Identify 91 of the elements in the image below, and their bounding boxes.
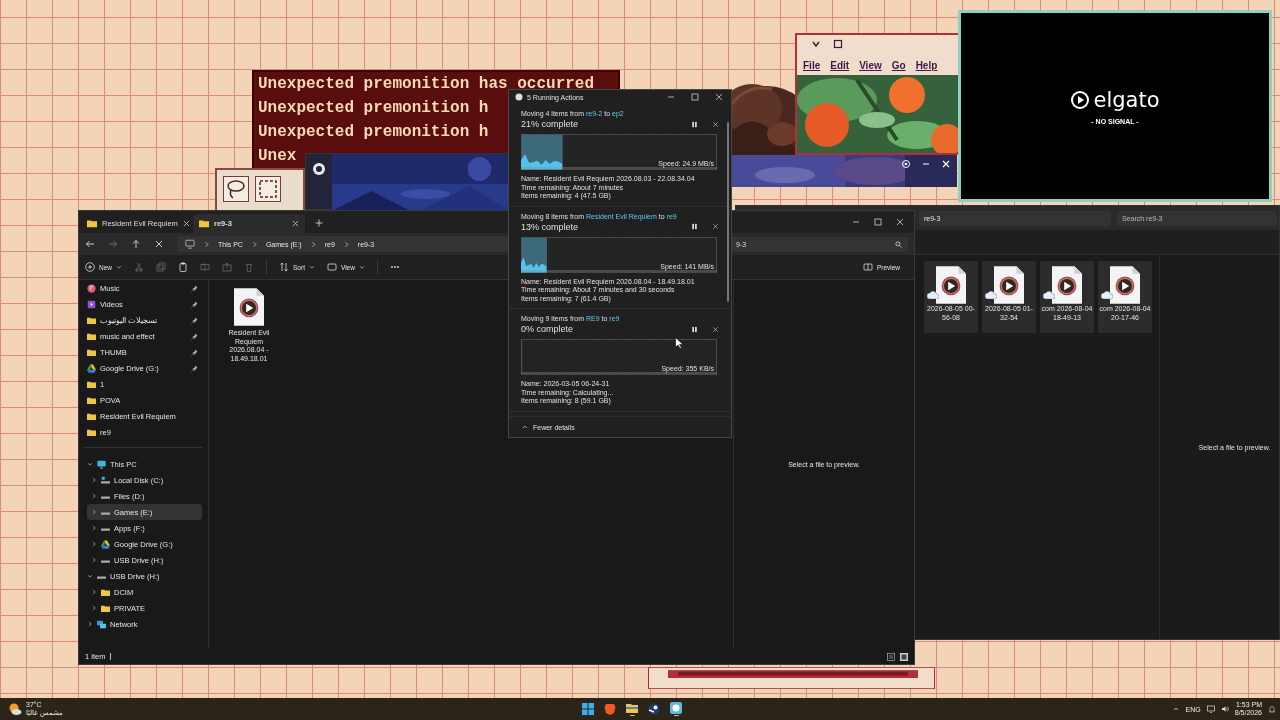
monitor-icon[interactable]: [1206, 705, 1215, 713]
folder-icon: [87, 219, 97, 228]
plus-circle-icon: [85, 262, 95, 272]
chevron-icon[interactable]: [91, 589, 97, 595]
menu-item[interactable]: Help: [915, 59, 938, 71]
pause-icon[interactable]: [691, 223, 698, 230]
minimize-icon[interactable]: [852, 218, 860, 226]
rename-icon[interactable]: [200, 262, 210, 272]
new-tab-icon[interactable]: [315, 219, 323, 227]
video-icon: [87, 299, 96, 309]
brand-name: elgato: [1093, 87, 1160, 112]
pin-icon[interactable]: [191, 300, 198, 308]
pin-icon[interactable]: [191, 348, 198, 356]
error-message: Unexpected premonition has occurred: [258, 74, 595, 95]
close-icon[interactable]: [292, 220, 299, 227]
progress-percent: 0% complete: [521, 324, 575, 334]
up-icon[interactable]: [131, 239, 141, 249]
maximize-icon[interactable]: [833, 39, 843, 49]
pointer-icon: [675, 337, 683, 349]
close-icon[interactable]: [182, 220, 190, 227]
app-icon: [515, 93, 523, 101]
pause-icon[interactable]: [691, 325, 698, 333]
pause-icon[interactable]: [691, 120, 698, 128]
scrollbar[interactable]: [727, 122, 729, 302]
chevron-icon[interactable]: [91, 525, 97, 531]
chevron-icon[interactable]: [91, 557, 97, 563]
taskbar-app[interactable]: [668, 700, 684, 718]
error-message: Unexpected premonition h: [258, 98, 489, 119]
folder-icon: [199, 219, 209, 228]
chevron-icon[interactable]: [91, 477, 97, 483]
app-icon: [312, 162, 326, 176]
chevron-icon[interactable]: [91, 493, 97, 499]
menu-item[interactable]: Edit: [830, 59, 850, 71]
share-icon[interactable]: [222, 262, 232, 272]
menu-item[interactable]: File: [803, 59, 821, 71]
drive-icon: [101, 475, 110, 485]
speaker-icon[interactable]: [1220, 705, 1229, 713]
pin-icon[interactable]: [191, 364, 198, 372]
triangle-logo-icon: [87, 363, 96, 373]
music-icon: [87, 283, 96, 293]
details-view-icon[interactable]: [887, 652, 895, 661]
error-message: Unexpected premonition h: [258, 122, 489, 143]
monitor-icon: [185, 239, 195, 249]
preview-pane-icon: [862, 262, 873, 272]
folder-icon[interactable]: [626, 701, 638, 714]
stop-icon[interactable]: [154, 239, 164, 249]
chevron-up-icon: [522, 424, 528, 430]
pin-icon[interactable]: [191, 332, 198, 340]
cloud-icon: [1043, 291, 1055, 299]
play-logo-icon: [1070, 89, 1091, 110]
close-icon[interactable]: [896, 218, 904, 226]
menu-item[interactable]: Go: [891, 59, 906, 71]
chevron-icon[interactable]: [91, 541, 97, 547]
cloud-icon: [985, 291, 997, 299]
video-file-icon: [994, 265, 1024, 305]
chevron-icon[interactable]: [811, 39, 821, 49]
error-message: Unex: [258, 146, 297, 167]
sort-icon: [279, 262, 289, 272]
network-icon: [97, 619, 106, 629]
video-file-icon: [1052, 265, 1082, 305]
paste-icon[interactable]: [178, 262, 188, 272]
speed-wave: [521, 256, 547, 272]
cloud-icon: [927, 291, 939, 299]
lasso-icon[interactable]: [223, 176, 249, 202]
selection-icon[interactable]: [255, 176, 281, 202]
progress-percent: 13% complete: [521, 221, 580, 232]
menu-item[interactable]: View: [859, 59, 882, 71]
chevron-up-icon[interactable]: [1171, 705, 1180, 713]
pin-icon[interactable]: [191, 284, 198, 292]
chevron-icon[interactable]: [87, 573, 93, 579]
chevron-icon[interactable]: [91, 605, 97, 611]
pin-icon[interactable]: [191, 316, 198, 324]
progress-percent: 21% complete: [521, 119, 580, 129]
speed-wave: [521, 154, 563, 170]
target-icon[interactable]: [901, 159, 911, 169]
monitor-icon: [97, 459, 106, 469]
video-file-icon: [936, 265, 966, 305]
weather-icon[interactable]: [8, 702, 22, 716]
cloud-icon: [1101, 291, 1113, 299]
back-icon[interactable]: [85, 239, 95, 249]
triangle-logo-icon: [101, 539, 110, 549]
tiles-view-icon[interactable]: [900, 652, 908, 661]
chat-icon[interactable]: [670, 701, 682, 714]
chevron-icon[interactable]: [87, 621, 93, 627]
view-icon: [326, 262, 337, 272]
bell-icon[interactable]: [1268, 705, 1276, 713]
search-icon: [895, 240, 902, 248]
minimize-icon[interactable]: [667, 93, 675, 101]
video-file-icon: [234, 288, 264, 326]
video-file-icon: [1110, 265, 1140, 305]
chevron-icon[interactable]: [87, 461, 93, 467]
